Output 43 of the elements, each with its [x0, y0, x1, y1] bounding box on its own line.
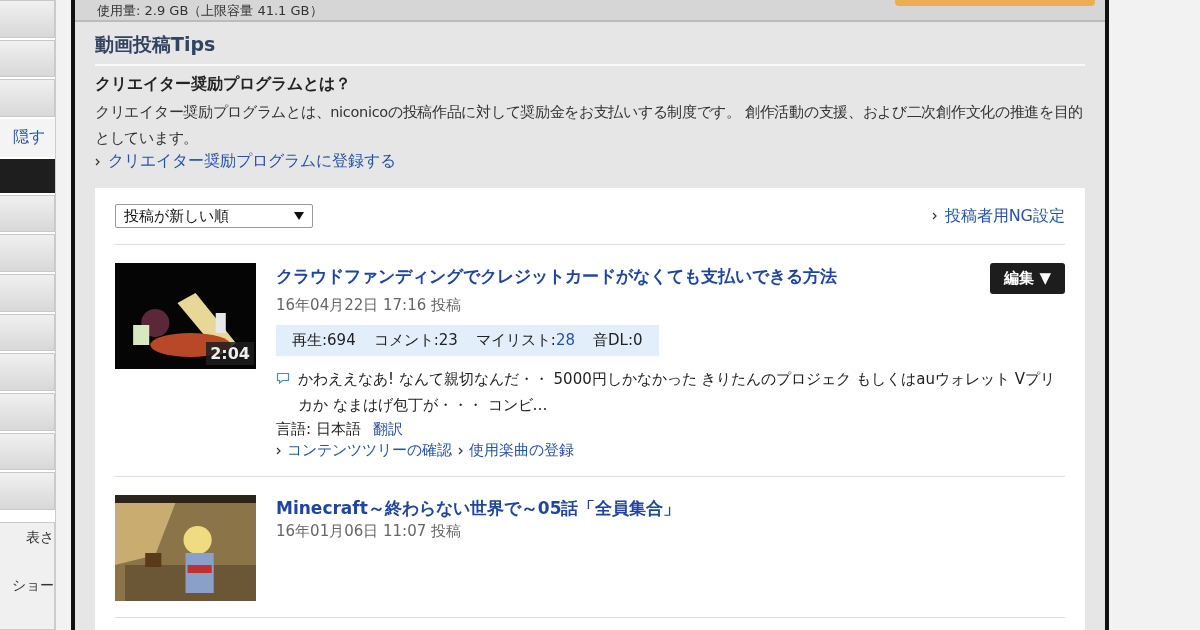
tips-paragraph: クリエイター奨励プログラムとは、niconicoの投稿作品に対して奨励金をお支払いする制度です。 創作活動の支援、および二次創作文化の推進を目的としています。 [95, 103, 1085, 148]
chevron-icon [931, 212, 937, 220]
stat-text: マイリスト:28 [475, 331, 575, 350]
sidebar-item[interactable] [0, 353, 55, 391]
stat-text: 再生:694 [292, 331, 356, 350]
storage-usage: 使用量: 2.9 GB（上限容量 41.1 GB） [97, 2, 323, 20]
tips-heading: クリエイター奨励プログラムとは？ [95, 74, 352, 95]
sidebar-item[interactable] [0, 0, 55, 38]
upload-button[interactable] [895, 0, 1095, 6]
chevron-icon [95, 157, 100, 166]
edit-button[interactable]: 編集 ▼ [990, 263, 1065, 294]
sidebar-item[interactable] [0, 393, 55, 431]
caret-icon [294, 212, 304, 220]
sort-select[interactable]: 投稿が新しい順 [115, 204, 313, 228]
language-label: 言語: 日本語 [276, 420, 361, 439]
register-link[interactable]: クリエイター奨励プログラムに登録する [108, 151, 396, 172]
sidebar-item[interactable] [0, 194, 55, 233]
post-date: 16年01月06日 11:07 投稿 [276, 522, 463, 541]
speech-bubble-icon [276, 372, 290, 384]
sidebar-item[interactable] [0, 39, 55, 78]
video-duration: 2:04 [206, 342, 254, 365]
sidebar-item[interactable] [0, 472, 55, 511]
sidebar-item[interactable] [0, 313, 55, 352]
note-text: ショー [12, 577, 54, 596]
stat-text: コメント:23 [373, 331, 458, 350]
chevron-icon [458, 446, 463, 455]
note-text: 表さ [26, 529, 54, 548]
video-title-link[interactable]: クラウドファンディングでクレジットカードがなくても支払いできる方法 [276, 265, 837, 288]
video-action-link[interactable]: コンテンツツリーの確認 [287, 441, 452, 460]
chevron-icon [276, 446, 281, 455]
sidebar-item[interactable] [0, 432, 55, 471]
video-title-link[interactable]: Minecraft～終わらない世界で～05話「全員集合」 [276, 497, 681, 520]
ng-settings-link[interactable]: 投稿者用NG設定 [944, 205, 1065, 227]
stat-text: 音DL:0 [593, 331, 643, 350]
post-date: 16年04月22日 17:16 投稿 [276, 296, 463, 315]
video-action-link[interactable]: 使用楽曲の登録 [469, 441, 574, 460]
translate-link[interactable]: 翻訳 [372, 420, 403, 439]
sidebar-item[interactable] [0, 234, 55, 272]
section-title: 動画投稿Tips [95, 32, 1085, 66]
sidebar-bar [0, 158, 55, 193]
comment-text: かわええなあ! なんて親切なんだ・・ 5000円しかなかった きりたんのプロジェク もしくはauウォレット Vプリカか なまはげ包丁が・・・ コンビ… [298, 369, 1056, 416]
sidebar-item[interactable] [0, 273, 55, 312]
sidebar-item[interactable] [0, 79, 55, 118]
